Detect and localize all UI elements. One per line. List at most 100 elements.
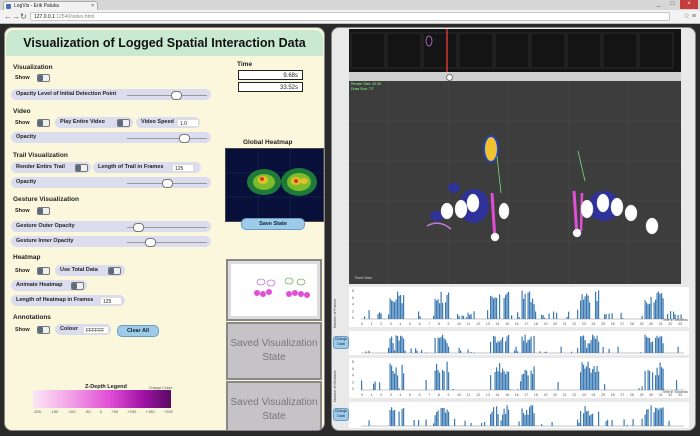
- save-state-button[interactable]: Save State: [241, 218, 305, 230]
- frames-chart[interactable]: 0 1 2 3 4 5 6 7 8 9 10 11 12 13 14 15 16 17 18 19 20 21 22 23 24…: [349, 287, 689, 327]
- activity-bar: [389, 409, 391, 426]
- x-tick-label: 6: [419, 322, 421, 326]
- frames-mini-chart[interactable]: [349, 331, 689, 355]
- activity-bar: [590, 340, 592, 353]
- render-entire-trail-toggle[interactable]: [75, 164, 88, 172]
- back-button[interactable]: ←: [4, 12, 12, 21]
- heatmap-show-toggle[interactable]: [37, 267, 50, 275]
- activity-bar: [443, 408, 445, 426]
- change-data-button[interactable]: Change Data: [333, 336, 349, 349]
- activity-bar: [493, 298, 495, 319]
- gesture-show-toggle[interactable]: [37, 207, 50, 215]
- saved-state-thumbnail[interactable]: [226, 259, 322, 321]
- saved-state-slot[interactable]: Saved Visualization State: [226, 322, 322, 380]
- activity-bar: [535, 311, 537, 319]
- 3d-scene[interactable]: Render Size: 30.90 Draw Size: 7/7 Front …: [349, 81, 681, 284]
- video-speed-input[interactable]: 1.0: [177, 119, 199, 127]
- activity-bar: [467, 349, 469, 353]
- activity-bar: [577, 309, 579, 319]
- activity-bar: [458, 347, 460, 353]
- gestures-mini-chart[interactable]: [349, 402, 689, 428]
- close-window-button[interactable]: ×: [680, 0, 698, 9]
- activity-bar: [499, 363, 501, 390]
- activity-bar: [496, 342, 498, 353]
- activity-bar: [580, 372, 582, 390]
- activity-bar: [440, 408, 442, 426]
- trail-opacity-slider[interactable]: [127, 179, 207, 188]
- scrubber-knob[interactable]: [446, 74, 453, 81]
- x-tick-label: 10: [457, 393, 461, 397]
- x-tick-label: 7: [428, 322, 430, 326]
- video-show-toggle[interactable]: [37, 119, 50, 127]
- saved-state-slot[interactable]: Saved Visualization State: [226, 381, 322, 430]
- gesture-inner-opacity-slider[interactable]: [127, 238, 207, 247]
- gesture-outer-opacity-slider[interactable]: [127, 223, 207, 232]
- change-data-button[interactable]: Change Data: [333, 408, 349, 421]
- menu-icon[interactable]: ≡: [692, 13, 696, 20]
- activity-bar: [493, 407, 495, 426]
- play-entire-video-label: Play Entire Video: [60, 119, 105, 125]
- z-depth-legend-bar: [33, 390, 171, 408]
- x-tick-label: 30: [649, 393, 653, 397]
- activity-bar: [392, 301, 394, 319]
- activity-bar: [517, 389, 519, 390]
- heatmap-graphic: [226, 149, 323, 221]
- activity-bar: [527, 414, 529, 426]
- x-tick-label: 18: [534, 393, 538, 397]
- use-total-data-toggle[interactable]: [108, 267, 121, 275]
- favicon-icon: [6, 4, 11, 9]
- video-scrubber[interactable]: [349, 72, 681, 81]
- activity-bar: [364, 316, 366, 319]
- x-tick-label: 15: [505, 322, 509, 326]
- reload-button[interactable]: ↻: [20, 12, 27, 21]
- slider-knob[interactable]: [179, 134, 190, 143]
- activity-bar: [490, 375, 492, 390]
- activity-bar: [584, 368, 586, 390]
- visualization-show-toggle[interactable]: [37, 74, 50, 82]
- activity-bar: [434, 337, 436, 353]
- activity-bar: [641, 418, 643, 426]
- maximize-button[interactable]: □: [666, 0, 679, 9]
- activity-bar: [589, 368, 591, 390]
- video-opacity-slider[interactable]: [127, 134, 207, 143]
- activity-bar: [508, 409, 510, 426]
- activity-bar: [586, 293, 588, 319]
- trail-length-input[interactable]: 125: [172, 164, 194, 172]
- star-icon[interactable]: ☆: [684, 13, 690, 20]
- forward-button[interactable]: →: [12, 12, 20, 21]
- activity-bar: [502, 368, 504, 390]
- heatmap-length-input[interactable]: 125: [100, 297, 122, 305]
- activity-bar: [397, 336, 399, 353]
- video-view[interactable]: Render Size: 30.90 Draw Size: 7/7 Front …: [349, 29, 681, 284]
- x-tick-label: 19: [544, 393, 548, 397]
- x-tick-label: 5: [409, 322, 411, 326]
- activity-bar: [394, 302, 396, 319]
- clear-all-button[interactable]: Clear All: [117, 325, 159, 337]
- browser-tab[interactable]: LogVis - Erik Paluka ×: [3, 1, 98, 10]
- gestures-chart[interactable]: 0 1 2 3 4 5 6 7 8 9 10 11 12 13 14 15 16 17 18 19 20 21 22 23 24…: [349, 358, 689, 398]
- x-tick-label: 2: [380, 393, 382, 397]
- x-tick-label: 0: [361, 322, 363, 326]
- x-tick-label: 1: [371, 322, 373, 326]
- annotation-colour-input[interactable]: FFFFFF: [83, 326, 109, 334]
- animate-heatmap-toggle[interactable]: [71, 282, 84, 290]
- activity-bar: [503, 371, 505, 390]
- activity-bar: [389, 298, 391, 319]
- x-tick-label: 13: [486, 393, 490, 397]
- video-timeline-strip[interactable]: [349, 29, 681, 72]
- activity-bar: [437, 410, 439, 426]
- activity-bar: [646, 409, 648, 426]
- minimize-button[interactable]: _: [652, 0, 665, 9]
- activity-bar: [494, 336, 496, 353]
- activity-bar: [571, 351, 573, 353]
- initial-point-opacity-slider[interactable]: [127, 91, 207, 100]
- slider-knob[interactable]: [171, 91, 182, 100]
- slider-knob[interactable]: [145, 238, 156, 247]
- slider-knob[interactable]: [162, 179, 173, 188]
- activity-bar: [391, 365, 393, 390]
- play-entire-video-toggle[interactable]: [117, 119, 130, 127]
- heatmap-heading: Heatmap: [13, 254, 41, 261]
- address-input[interactable]: 127.0.0.1:12540/index.html: [30, 12, 670, 21]
- annotations-show-toggle[interactable]: [37, 326, 50, 334]
- slider-knob[interactable]: [133, 223, 144, 232]
